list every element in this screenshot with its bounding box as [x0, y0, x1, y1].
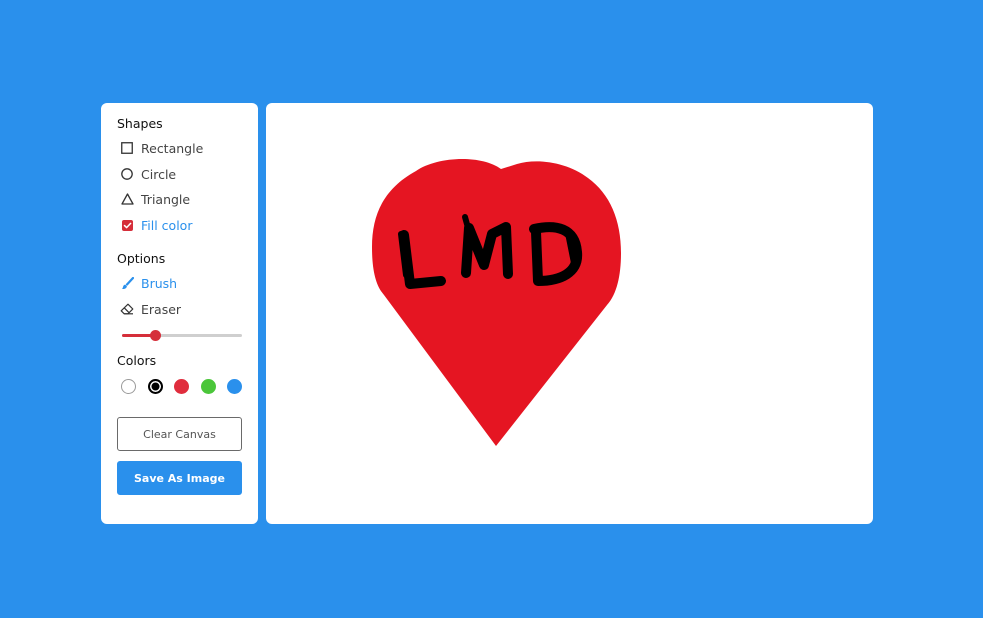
- circle-outline-icon: [120, 167, 134, 181]
- tool-brush-label: Brush: [141, 275, 178, 291]
- tool-eraser-label: Eraser: [141, 301, 182, 317]
- canvas-drawing: [372, 159, 621, 446]
- colors-title: Colors: [117, 353, 157, 368]
- save-image-button[interactable]: Save As Image: [117, 461, 242, 495]
- brush-icon: [120, 276, 134, 290]
- fill-color-label: Fill color: [141, 217, 193, 233]
- fill-color-toggle[interactable]: Fill color: [120, 216, 192, 234]
- color-swatch-green[interactable]: [201, 379, 216, 394]
- checkbox-checked-icon[interactable]: [120, 218, 134, 232]
- options-title: Options: [117, 251, 166, 266]
- heart-drawing: [372, 159, 621, 446]
- tool-brush[interactable]: Brush: [120, 274, 177, 292]
- square-outline-icon: [120, 141, 134, 155]
- tool-triangle-label: Triangle: [141, 191, 191, 207]
- tool-circle-label: Circle: [141, 166, 177, 182]
- color-swatch-black[interactable]: [148, 379, 163, 394]
- clear-canvas-button[interactable]: Clear Canvas: [117, 417, 242, 451]
- slider-thumb[interactable]: [149, 330, 161, 341]
- tool-triangle[interactable]: Triangle: [120, 190, 190, 208]
- color-swatch-white[interactable]: [121, 379, 136, 394]
- color-swatch-red[interactable]: [174, 379, 189, 394]
- eraser-icon: [120, 302, 134, 316]
- tool-rectangle-label: Rectangle: [141, 140, 204, 156]
- color-swatch-blue[interactable]: [227, 379, 242, 394]
- tool-rectangle[interactable]: Rectangle: [120, 139, 203, 157]
- tool-circle[interactable]: Circle: [120, 165, 176, 183]
- tools-panel: Shapes Rectangle Circle Triangle Fill co…: [101, 103, 258, 524]
- triangle-outline-icon: [120, 192, 134, 206]
- drawing-canvas[interactable]: [266, 103, 873, 524]
- tool-eraser[interactable]: Eraser: [120, 300, 181, 318]
- brush-size-slider[interactable]: [122, 330, 242, 341]
- shapes-title: Shapes: [117, 116, 163, 131]
